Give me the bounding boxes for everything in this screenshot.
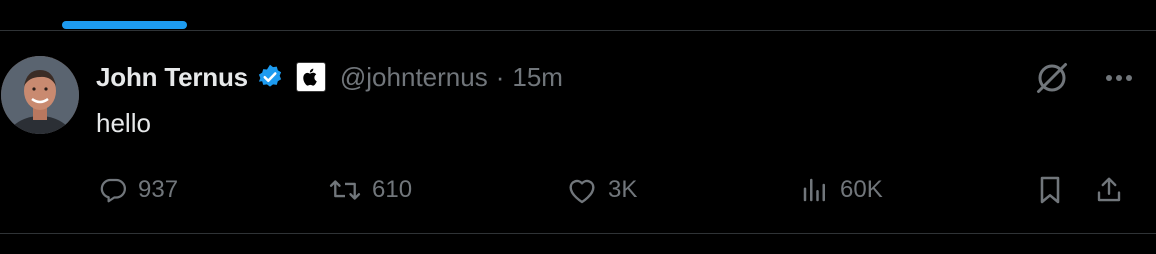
like-button[interactable]: 3K [566, 170, 637, 210]
like-icon [566, 175, 598, 205]
post-timestamp[interactable]: 15m [512, 62, 563, 93]
author-display-name[interactable]: John Ternus [96, 62, 248, 93]
header-separator: · [495, 61, 505, 92]
reply-button[interactable]: 937 [98, 170, 178, 210]
more-icon[interactable] [1104, 73, 1134, 83]
views-icon [800, 175, 830, 205]
bookmark-icon [1036, 174, 1064, 206]
repost-count: 610 [372, 176, 413, 203]
share-icon [1094, 175, 1124, 205]
bookmark-button[interactable] [1036, 170, 1064, 210]
reply-count: 937 [138, 176, 179, 203]
views-count: 60K [840, 176, 883, 203]
bottom-divider [0, 233, 1156, 234]
post-action-bar: 937 610 3K 60K [0, 170, 1156, 210]
post-text: hello [96, 108, 151, 138]
avatar-portrait [1, 56, 79, 134]
apple-logo-icon[interactable] [295, 62, 326, 92]
post-header-icons [1034, 60, 1134, 96]
share-button[interactable] [1094, 170, 1124, 210]
top-divider [0, 30, 1156, 31]
grok-icon[interactable] [1034, 60, 1070, 96]
like-count: 3K [608, 176, 638, 203]
author-handle[interactable]: @johnternus [340, 62, 488, 93]
repost-button[interactable]: 610 [328, 170, 412, 210]
avatar[interactable] [1, 56, 79, 134]
reply-icon [98, 175, 128, 205]
repost-icon [328, 175, 362, 205]
post-page: John Ternus @johnternus · 15m hello 937 … [0, 0, 1156, 254]
views-button[interactable]: 60K [800, 170, 883, 210]
active-tab-indicator [62, 21, 187, 29]
post-header: John Ternus @johnternus · 15m [96, 58, 563, 96]
verified-badge-icon[interactable] [256, 63, 284, 91]
